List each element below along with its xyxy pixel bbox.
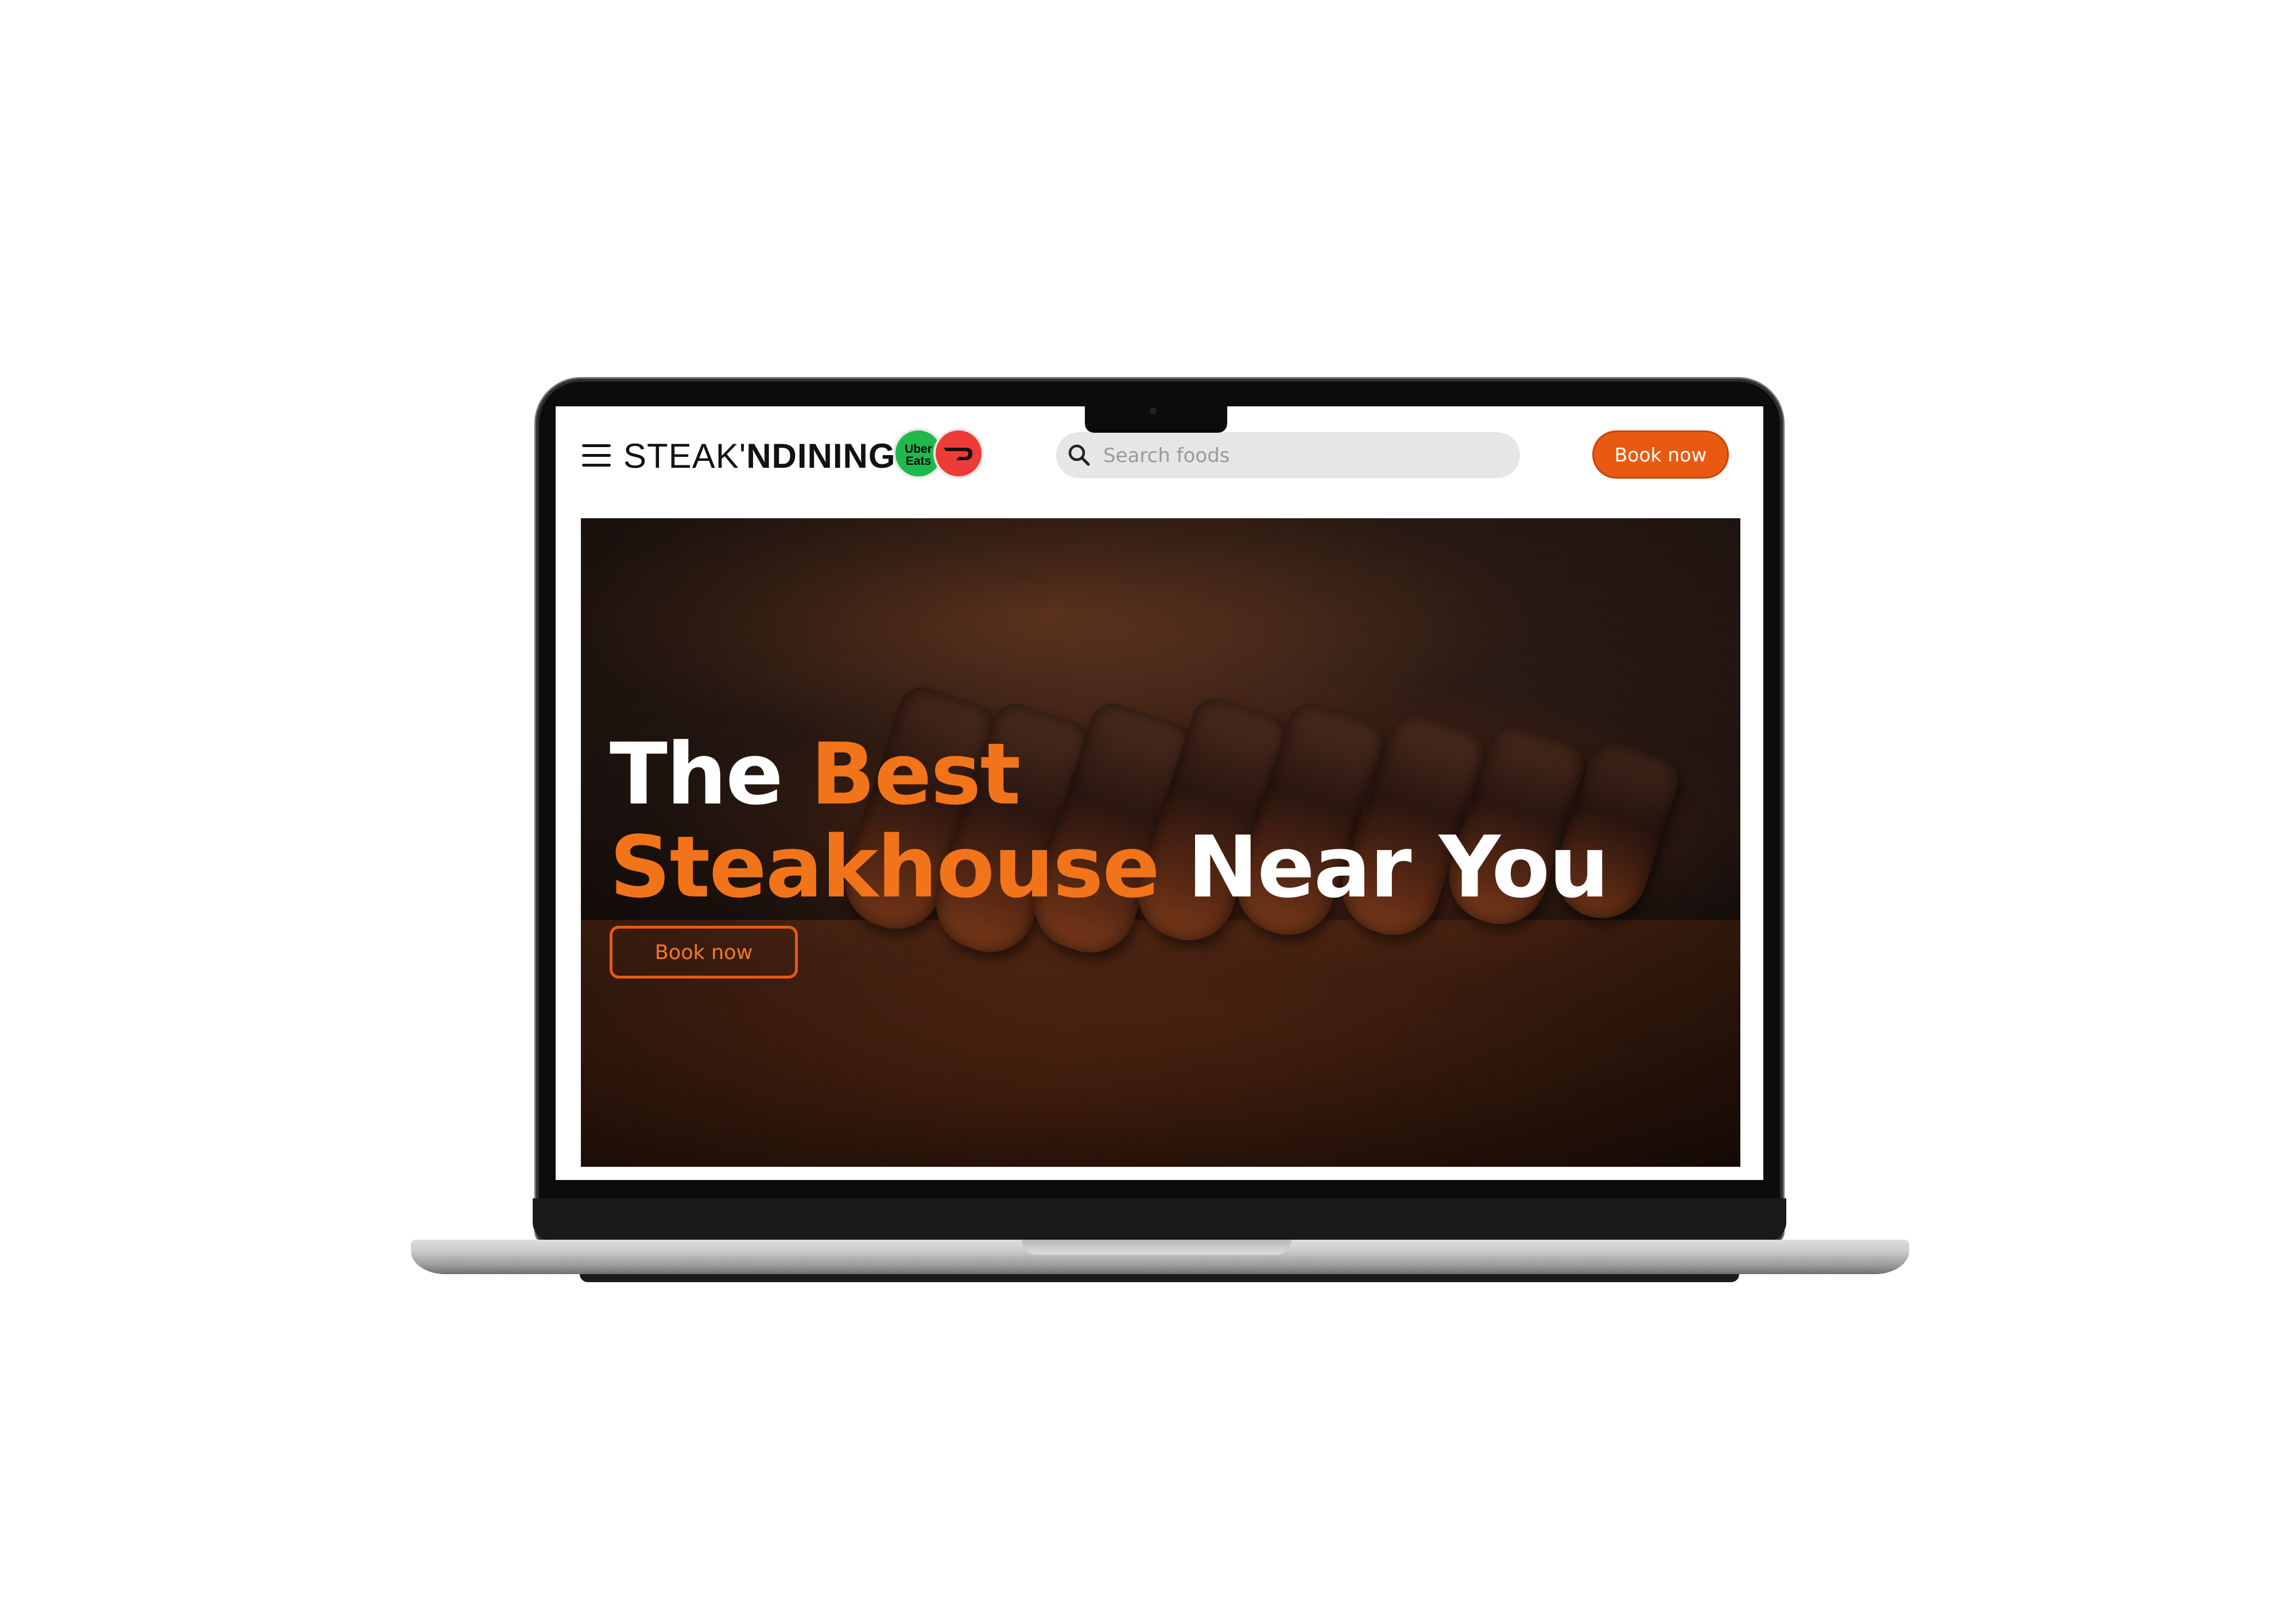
brand-logo[interactable]: STEAK'NDINING xyxy=(623,436,896,476)
doordash-icon xyxy=(944,448,972,460)
laptop-mockup: STEAK'NDINING Uber Eats Search foods Boo… xyxy=(0,0,2296,1607)
book-now-button[interactable]: Book now xyxy=(1592,430,1729,479)
hero-headline-accent: Best xyxy=(810,725,1021,824)
website-screen: STEAK'NDINING Uber Eats Search foods Boo… xyxy=(556,406,1763,1180)
hero-headline-line2: Steakhouse Near You xyxy=(610,818,1609,917)
hero-headline-line1: The Best xyxy=(610,728,1608,821)
brand-logo-light: STEAK' xyxy=(623,437,747,475)
hero-headline-white: Near You xyxy=(1158,818,1609,917)
delivery-partners: Uber Eats xyxy=(893,428,985,479)
hero-book-now-button[interactable]: Book now xyxy=(610,926,798,979)
doordash-logo[interactable] xyxy=(933,428,984,479)
laptop-base-shadow xyxy=(580,1274,1739,1282)
laptop-base-notch xyxy=(1022,1240,1292,1255)
laptop-hinge xyxy=(533,1198,1786,1240)
brand-logo-bold: NDINING xyxy=(746,437,896,475)
hero-headline-white: The xyxy=(610,725,811,824)
magnifier-icon xyxy=(1068,444,1090,466)
hero-headline-accent: Steakhouse xyxy=(610,818,1160,917)
webcam-icon xyxy=(1150,407,1157,414)
search-bar[interactable] xyxy=(1056,432,1520,478)
hero-banner: The Best Steakhouse Near You Book now xyxy=(581,518,1740,1167)
hamburger-menu-icon[interactable] xyxy=(582,443,611,468)
search-input[interactable] xyxy=(1102,440,1506,471)
hero-headline: The Best Steakhouse Near You xyxy=(610,728,1609,917)
